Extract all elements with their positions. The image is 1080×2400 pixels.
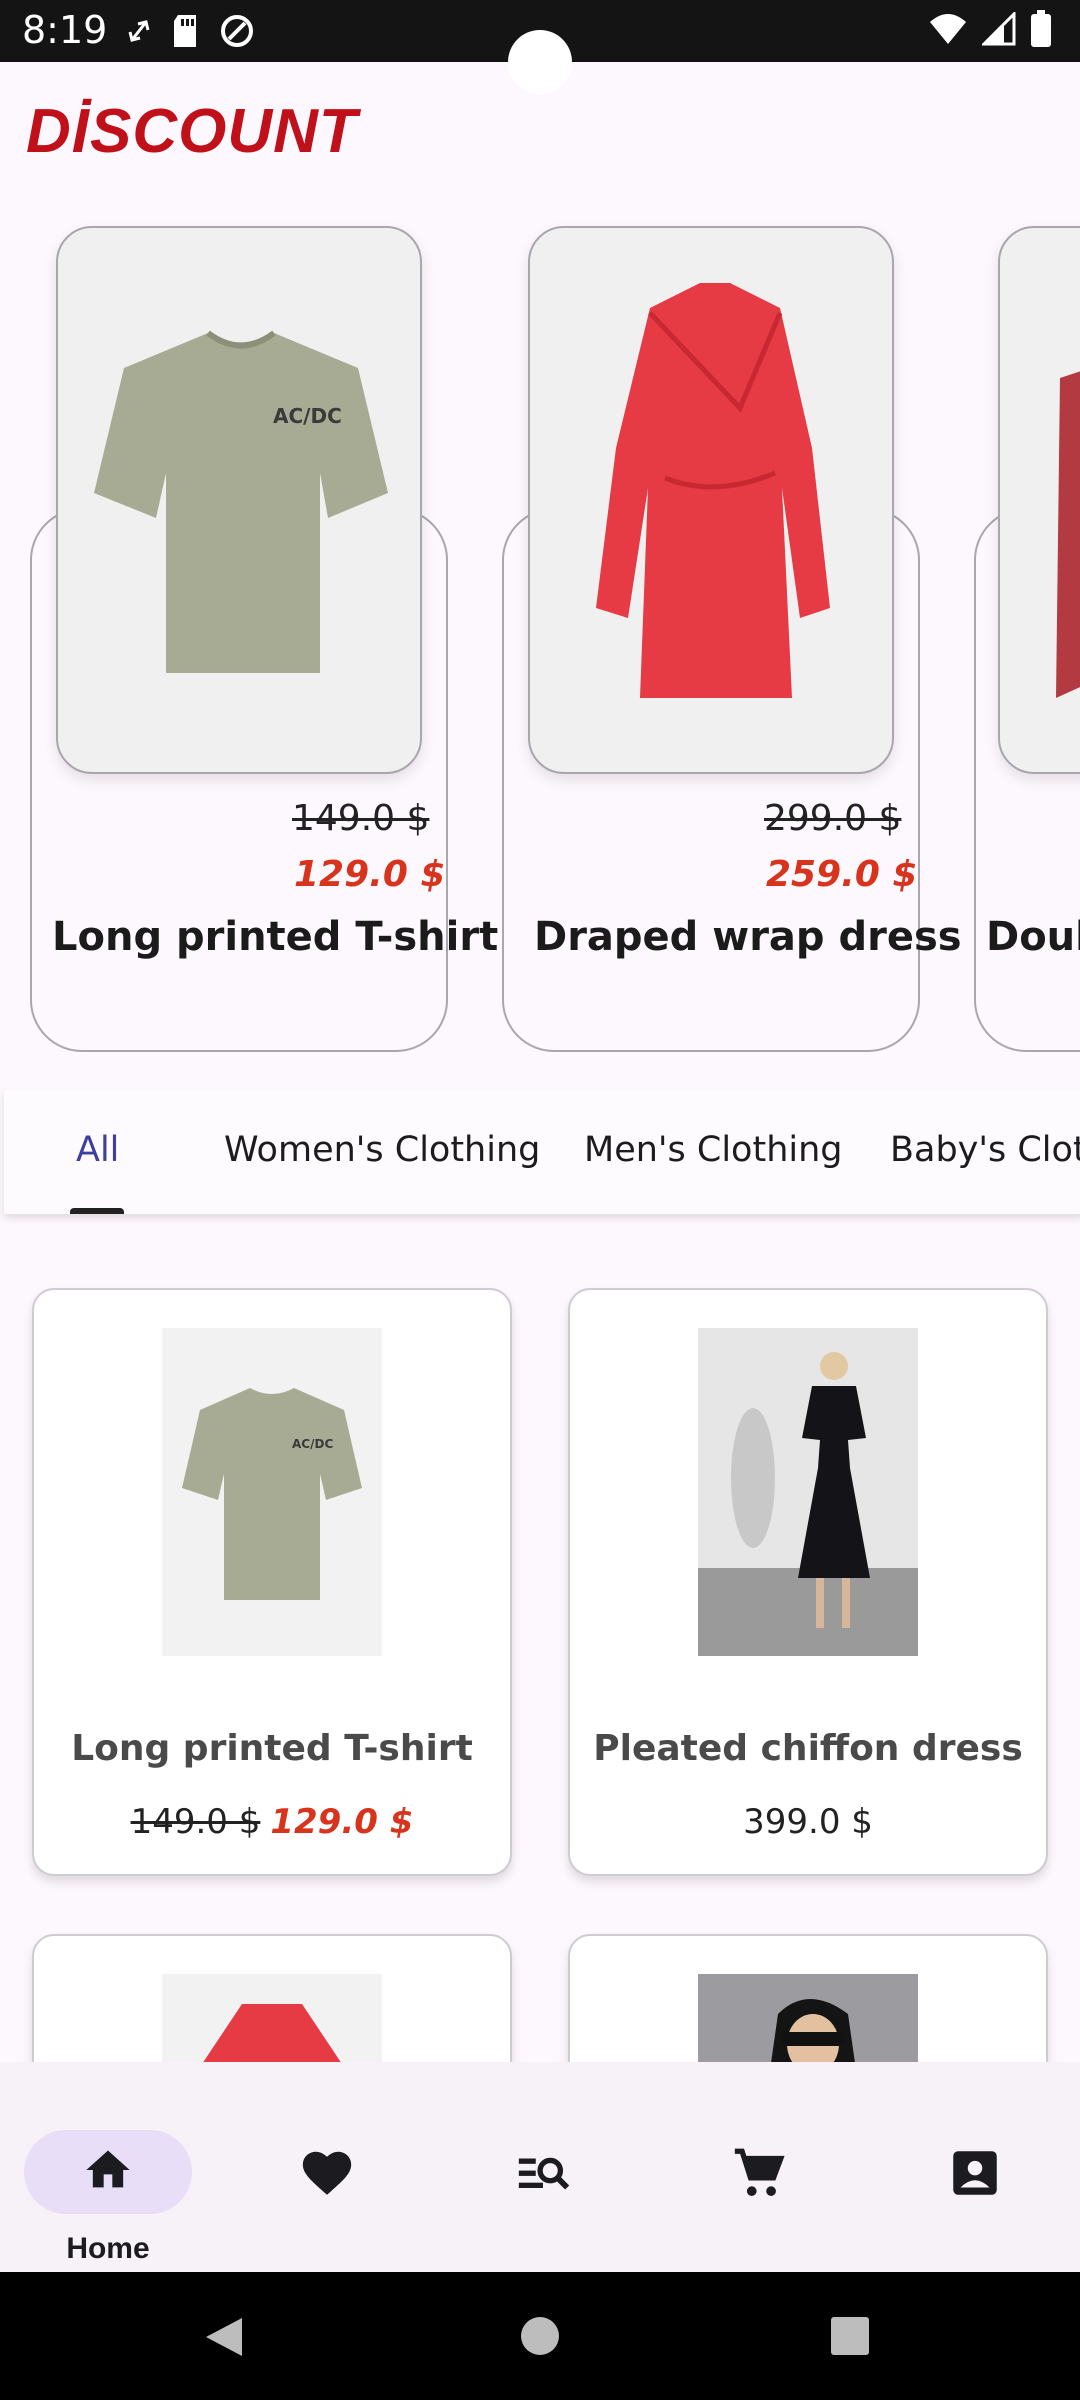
home-icon <box>86 2150 130 2188</box>
discount-new-price: 259.0 $ <box>766 854 918 895</box>
rotate-icon <box>128 20 150 42</box>
sd-card-icon <box>174 15 196 47</box>
discount-new-price: 129.0 $ <box>294 854 446 895</box>
product-name: Long printed T-shirt <box>71 1728 473 1769</box>
tab-indicator <box>70 1208 124 1214</box>
favorite-icon <box>302 2151 352 2195</box>
tab-all[interactable]: All <box>76 1130 119 1170</box>
signal-icon <box>982 12 1016 46</box>
svg-text:AC/DC: AC/DC <box>273 404 342 428</box>
account-icon <box>953 2151 997 2195</box>
recents-icon[interactable] <box>830 2316 870 2356</box>
product-card[interactable]: AC/DC Long printed T-shirt 149.0 $129.0 … <box>32 1288 512 1876</box>
nav-home-label: Home <box>66 2232 150 2265</box>
data-saver-icon <box>221 15 253 47</box>
status-time: 8:19 <box>22 8 108 52</box>
discount-product-name: Doub <box>986 914 1080 960</box>
product-name: Pleated chiffon dress <box>593 1728 1023 1769</box>
battery-icon <box>1031 10 1051 47</box>
wifi-icon <box>930 14 966 44</box>
home-circle-icon[interactable] <box>520 2316 560 2356</box>
cart-icon <box>734 2148 785 2196</box>
page-title: DİSCOUNT <box>26 97 358 166</box>
discount-product-name: Draped wrap dress <box>534 914 962 960</box>
camera-cutout <box>508 30 572 94</box>
product-price: 149.0 $129.0 $ <box>34 1802 510 1842</box>
discount-product-image[interactable]: AC/DC <box>56 226 422 774</box>
product-card[interactable]: Pleated chiffon dress 399.0 $ <box>568 1288 1048 1876</box>
system-navigation-bar <box>0 2272 1080 2400</box>
back-icon[interactable] <box>204 2316 244 2358</box>
discount-old-price: 149.0 $ <box>292 798 430 839</box>
product-new-price: 129.0 $ <box>270 1802 414 1842</box>
discount-product-name: Long printed T-shirt <box>52 914 499 960</box>
nav-cart[interactable] <box>672 2096 840 2246</box>
tab-babys-clothing[interactable]: Baby's Cloth <box>890 1130 1080 1170</box>
nav-favorites[interactable] <box>240 2096 408 2246</box>
search-list-icon <box>518 2157 570 2190</box>
nav-home[interactable]: Home <box>24 2096 192 2265</box>
product-price: 399.0 $ <box>570 1802 1046 1842</box>
product-price-value: 399.0 $ <box>743 1802 873 1842</box>
nav-account[interactable] <box>888 2096 1056 2246</box>
discount-old-price: 299.0 $ <box>764 798 902 839</box>
tab-womens-clothing[interactable]: Women's Clothing <box>224 1130 540 1170</box>
discount-carousel[interactable]: AC/DC 149.0 $ 129.0 $ Long printed T-shi… <box>0 220 1080 1060</box>
product-image: AC/DC <box>162 1328 382 1656</box>
tab-mens-clothing[interactable]: Men's Clothing <box>584 1130 843 1170</box>
discount-product-image[interactable] <box>998 226 1080 774</box>
discount-product-image[interactable] <box>528 226 894 774</box>
bottom-navigation: Home <box>0 2062 1080 2272</box>
category-tabs: All Women's Clothing Men's Clothing Baby… <box>4 1090 1080 1214</box>
product-old-price: 149.0 $ <box>130 1802 261 1842</box>
product-image <box>698 1328 918 1656</box>
nav-search[interactable] <box>456 2096 624 2246</box>
svg-text:AC/DC: AC/DC <box>292 1437 333 1451</box>
